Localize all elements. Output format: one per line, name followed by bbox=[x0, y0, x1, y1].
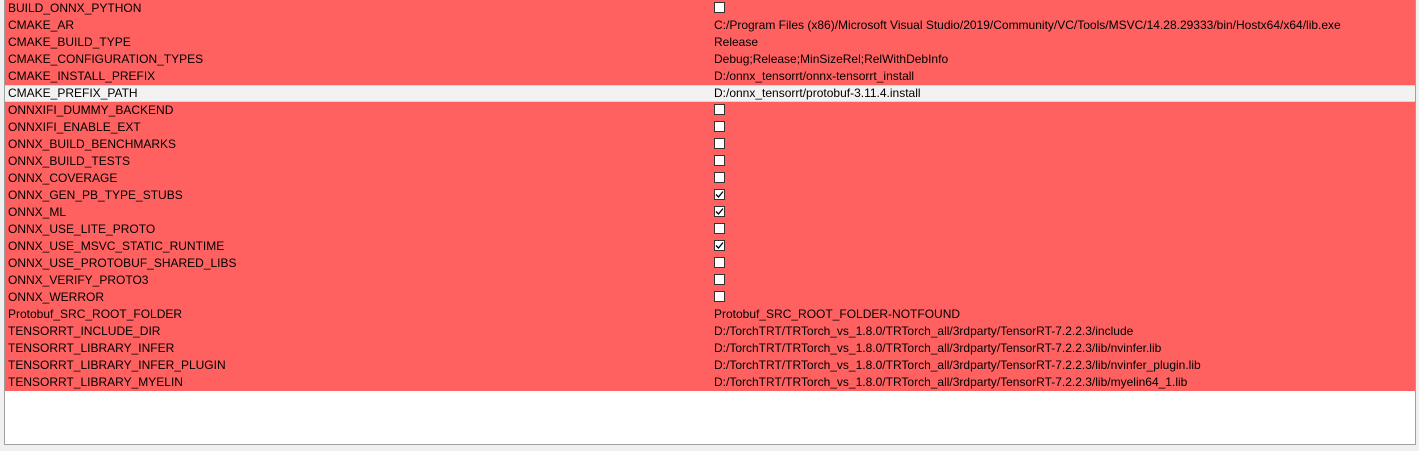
variable-name: ONNX_VERIFY_PROTO3 bbox=[8, 273, 149, 287]
variable-name: ONNX_BUILD_BENCHMARKS bbox=[8, 137, 177, 151]
variable-value[interactable]: C:/Program Files (x86)/Microsoft Visual … bbox=[714, 17, 1341, 34]
checked-checkbox[interactable] bbox=[714, 240, 725, 251]
table-row[interactable]: TENSORRT_LIBRARY_MYELIN D:/TorchTRT/TRTor… bbox=[5, 374, 1415, 391]
variable-value[interactable]: D:/TorchTRT/TRTorch_vs_1.8.0/TRTorch_all… bbox=[714, 357, 1201, 374]
variable-name: ONNX_WERROR bbox=[8, 290, 105, 304]
variable-name: CMAKE_CONFIGURATION_TYPES bbox=[8, 52, 204, 66]
variable-name: ONNX_BUILD_TESTS bbox=[8, 154, 131, 168]
table-row[interactable]: ONNX_USE_LITE_PROTO bbox=[5, 221, 1415, 238]
variable-value[interactable]: D:/TorchTRT/TRTorch_vs_1.8.0/TRTorch_all… bbox=[714, 323, 1133, 340]
table-row[interactable]: ONNX_BUILD_BENCHMARKS bbox=[5, 136, 1415, 153]
table-row[interactable]: ONNXIFI_DUMMY_BACKEND bbox=[5, 102, 1415, 119]
unchecked-checkbox[interactable] bbox=[714, 104, 725, 115]
table-row[interactable]: ONNX_WERROR bbox=[5, 289, 1415, 306]
variable-name: TENSORRT_INCLUDE_DIR bbox=[8, 324, 161, 338]
variable-name: ONNXIFI_DUMMY_BACKEND bbox=[8, 103, 174, 117]
table-row[interactable]: CMAKE_INSTALL_PREFIX D:/onnx_tensorrt/onn… bbox=[5, 68, 1415, 85]
table-row[interactable]: TENSORRT_LIBRARY_INFER D:/TorchTRT/TRTorc… bbox=[5, 340, 1415, 357]
table-row[interactable]: ONNXIFI_ENABLE_EXT bbox=[5, 119, 1415, 136]
variable-name: TENSORRT_LIBRARY_INFER bbox=[8, 341, 175, 355]
table-row[interactable]: CMAKE_BUILD_TYPE Release bbox=[5, 34, 1415, 51]
variable-name: ONNX_COVERAGE bbox=[8, 171, 118, 185]
unchecked-checkbox[interactable] bbox=[714, 2, 725, 13]
variable-name: ONNX_USE_MSVC_STATIC_RUNTIME bbox=[8, 239, 225, 253]
variable-name: CMAKE_INSTALL_PREFIX bbox=[8, 69, 156, 83]
unchecked-checkbox[interactable] bbox=[714, 223, 725, 234]
unchecked-checkbox[interactable] bbox=[714, 138, 725, 149]
table-row[interactable]: ONNX_VERIFY_PROTO3 bbox=[5, 272, 1415, 289]
variable-name: TENSORRT_LIBRARY_INFER_PLUGIN bbox=[8, 358, 226, 372]
variable-value[interactable]: D:/onnx_tensorrt/protobuf-3.11.4.install bbox=[714, 86, 921, 101]
unchecked-checkbox[interactable] bbox=[714, 172, 725, 183]
variable-value[interactable]: Release bbox=[714, 34, 758, 51]
cache-variables-table[interactable]: BUILD_ONNX_PYTHON CMAKE_AR C:/Program File… bbox=[4, 0, 1416, 445]
table-row[interactable]: CMAKE_AR C:/Program Files (x86)/Microsoft… bbox=[5, 17, 1415, 34]
checked-checkbox[interactable] bbox=[714, 206, 725, 217]
check-mark-icon bbox=[715, 242, 724, 249]
variable-name: ONNX_USE_LITE_PROTO bbox=[8, 222, 156, 236]
table-row[interactable]: ONNX_COVERAGE bbox=[5, 170, 1415, 187]
table-row[interactable]: TENSORRT_INCLUDE_DIR D:/TorchTRT/TRTorch_… bbox=[5, 323, 1415, 340]
table-row[interactable]: TENSORRT_LIBRARY_INFER_PLUGIN D:/TorchTRT… bbox=[5, 357, 1415, 374]
table-row[interactable]: CMAKE_PREFIX_PATH D:/onnx_tensorrt/protob… bbox=[5, 85, 1415, 102]
table-row[interactable]: BUILD_ONNX_PYTHON bbox=[5, 0, 1415, 17]
table-row[interactable]: CMAKE_CONFIGURATION_TYPES Debug;Release;M… bbox=[5, 51, 1415, 68]
unchecked-checkbox[interactable] bbox=[714, 155, 725, 166]
variable-value[interactable]: Protobuf_SRC_ROOT_FOLDER-NOTFOUND bbox=[714, 306, 960, 323]
variable-name: ONNX_GEN_PB_TYPE_STUBS bbox=[8, 188, 183, 202]
variable-name: BUILD_ONNX_PYTHON bbox=[8, 1, 142, 15]
variable-value[interactable]: D:/onnx_tensorrt/onnx-tensorrt_install bbox=[714, 68, 914, 85]
variable-name: CMAKE_PREFIX_PATH bbox=[8, 86, 138, 100]
table-empty-area[interactable] bbox=[5, 391, 1415, 444]
variable-name: TENSORRT_LIBRARY_MYELIN bbox=[8, 375, 183, 389]
cache-variables-rows: BUILD_ONNX_PYTHON CMAKE_AR C:/Program File… bbox=[5, 0, 1415, 391]
table-row[interactable]: ONNX_USE_PROTOBUF_SHARED_LIBS bbox=[5, 255, 1415, 272]
variable-value[interactable]: D:/TorchTRT/TRTorch_vs_1.8.0/TRTorch_all… bbox=[714, 374, 1187, 391]
table-row[interactable]: ONNX_BUILD_TESTS bbox=[5, 153, 1415, 170]
unchecked-checkbox[interactable] bbox=[714, 121, 725, 132]
variable-name: ONNX_ML bbox=[8, 205, 67, 219]
table-row[interactable]: ONNX_USE_MSVC_STATIC_RUNTIME bbox=[5, 238, 1415, 255]
variable-value[interactable]: D:/TorchTRT/TRTorch_vs_1.8.0/TRTorch_all… bbox=[714, 340, 1161, 357]
checked-checkbox[interactable] bbox=[714, 189, 725, 200]
check-mark-icon bbox=[715, 191, 724, 198]
unchecked-checkbox[interactable] bbox=[714, 291, 725, 302]
table-row[interactable]: ONNX_GEN_PB_TYPE_STUBS bbox=[5, 187, 1415, 204]
variable-name: ONNXIFI_ENABLE_EXT bbox=[8, 120, 141, 134]
table-row[interactable]: ONNX_ML bbox=[5, 204, 1415, 221]
check-mark-icon bbox=[715, 208, 724, 215]
variable-name: CMAKE_BUILD_TYPE bbox=[8, 35, 131, 49]
table-row[interactable]: Protobuf_SRC_ROOT_FOLDER Protobuf_SRC_ROO… bbox=[5, 306, 1415, 323]
variable-name: Protobuf_SRC_ROOT_FOLDER bbox=[8, 307, 183, 321]
variable-name: CMAKE_AR bbox=[8, 18, 75, 32]
unchecked-checkbox[interactable] bbox=[714, 257, 725, 268]
unchecked-checkbox[interactable] bbox=[714, 274, 725, 285]
variable-value[interactable]: Debug;Release;MinSizeRel;RelWithDebInfo bbox=[714, 51, 948, 68]
variable-name: ONNX_USE_PROTOBUF_SHARED_LIBS bbox=[8, 256, 237, 270]
